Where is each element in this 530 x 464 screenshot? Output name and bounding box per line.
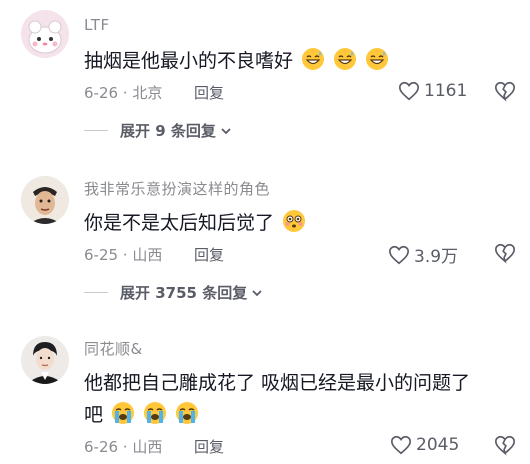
comment-text: 抽烟是他最小的不良嗜好 [84,46,389,73]
comment-text-line-2: 吧 [84,400,199,427]
like-count: 2045 [416,435,460,455]
broken-heart-icon[interactable] [494,242,516,264]
comment-text-content: 你是不是太后知后觉了 [84,212,275,234]
username[interactable]: 同花顺& [84,338,143,359]
comment-text-line-1: 他都把自己雕成花了 吸烟已经是最小的问题了 [84,372,471,394]
loudly-crying-emoji-icon [144,402,167,424]
broken-heart-icon[interactable] [494,80,516,102]
like-button[interactable]: 1161 [398,80,467,102]
loudly-crying-emoji-icon [176,402,199,424]
flushed-emoji-icon [283,210,306,232]
like-button[interactable]: 2045 [390,434,459,456]
grin-sweat-emoji-icon [302,48,325,70]
comment-text-content: 抽烟是他最小的不良嗜好 [84,50,294,72]
heart-icon [391,435,411,455]
loudly-crying-emoji-icon [112,402,135,424]
username[interactable]: 我非常乐意扮演这样的角色 [84,178,270,199]
reply-button[interactable]: 回复 [194,82,224,103]
like-button[interactable]: 3.9万 [388,242,458,267]
comment-text-content: 吧 [84,404,104,426]
comment-date-location: 6-26 · 北京 [84,84,163,102]
expand-replies-label: 展开 9 条回复 [120,122,216,140]
comment-date-location: 6-26 · 山西 [84,438,163,456]
expand-replies-label: 展开 3755 条回复 [120,284,248,302]
like-count: 1161 [424,81,468,101]
divider-line [84,292,108,293]
username[interactable]: LTF [84,16,110,34]
avatar[interactable] [21,10,69,58]
avatar[interactable] [21,336,69,384]
comment-text: 你是不是太后知后觉了 [84,208,306,235]
comment-date-location: 6-25 · 山西 [84,246,163,264]
chevron-down-icon [221,127,231,134]
reply-button[interactable]: 回复 [194,244,224,265]
avatar[interactable] [21,176,69,224]
grin-sweat-emoji-icon [334,48,357,70]
expand-replies-button[interactable]: 展开 3755 条回复 [84,282,264,303]
heart-icon [389,245,409,264]
like-count: 3.9万 [414,247,459,267]
heart-icon [399,81,419,101]
grin-sweat-emoji-icon [366,48,389,70]
divider-line [84,130,108,131]
expand-replies-button[interactable]: 展开 9 条回复 [84,120,233,141]
broken-heart-icon[interactable] [494,434,516,456]
chevron-down-icon [252,289,262,296]
reply-button[interactable]: 回复 [194,436,224,457]
